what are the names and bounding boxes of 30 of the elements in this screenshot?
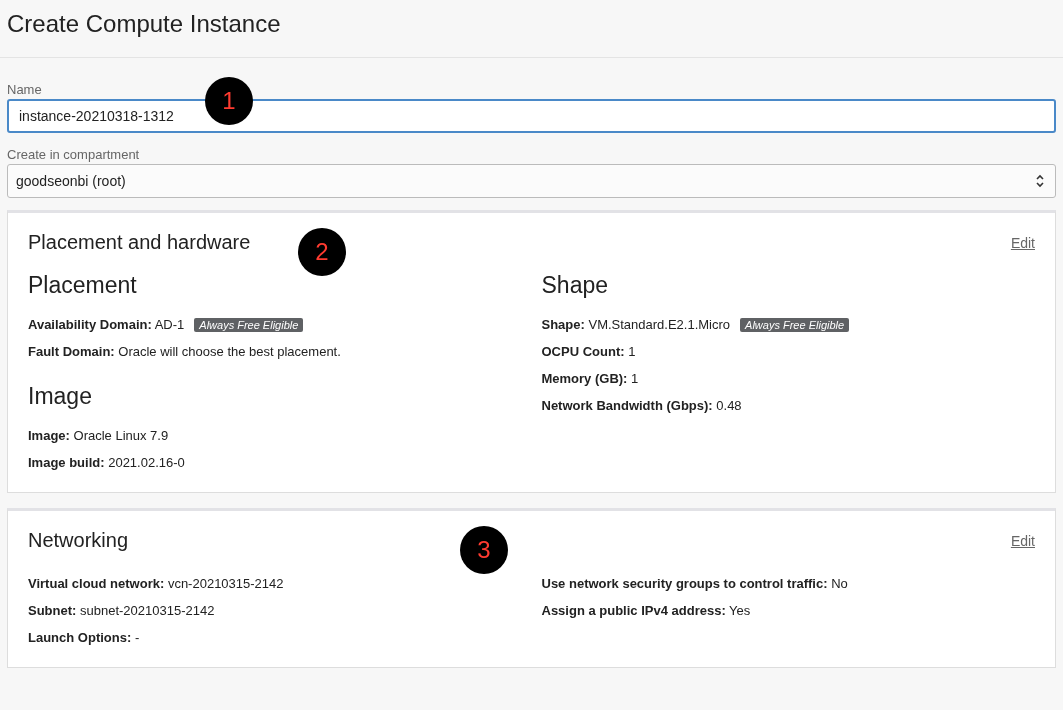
subsection-heading: Placement	[28, 272, 138, 299]
subsection-heading: Shape	[541, 272, 609, 299]
step-number-marker: 1	[205, 77, 253, 125]
detail-text: Virtual cloud network: vcn-20210315-2142	[28, 576, 284, 591]
detail-text: Assign a public IPv4 address: Yes	[541, 603, 751, 618]
detail-text: Memory (GB): 1	[541, 371, 639, 386]
edit-link[interactable]: Edit	[1010, 532, 1035, 549]
step-number-marker: 2	[298, 228, 346, 276]
page-title: Create Compute Instance	[7, 9, 281, 38]
subsection-heading: Image	[28, 383, 93, 410]
detail-text: Image: Oracle Linux 7.9	[28, 428, 169, 443]
step-number-marker: 3	[460, 526, 508, 574]
detail-text: OCPU Count: 1	[541, 344, 636, 359]
detail-text: Network Bandwidth (Gbps): 0.48	[541, 398, 742, 413]
detail-text: Subnet: subnet-20210315-2142	[28, 603, 215, 618]
compartment-select[interactable]: goodseonbi (root)	[7, 164, 1056, 198]
detail-text: Fault Domain: Oracle will choose the best placement.	[28, 344, 341, 359]
detail-text: Launch Options: -	[28, 630, 140, 645]
edit-link[interactable]: Edit	[1010, 234, 1035, 251]
free-eligible-badge: Always Free Eligible	[194, 317, 304, 332]
detail-text: Image build: 2021.02.16-0	[28, 455, 185, 470]
chevron-updown-icon	[1035, 174, 1045, 188]
field-label: Name	[7, 82, 42, 97]
section-title: Placement and hardware	[28, 231, 251, 254]
detail-text: Use network security groups to control traffic: No	[541, 576, 848, 591]
field-label: Create in compartment	[7, 147, 140, 162]
free-eligible-badge: Always Free Eligible	[740, 317, 850, 332]
detail-text: Shape: VM.Standard.E2.1.Micro	[541, 317, 731, 332]
section-title: Networking	[28, 529, 129, 552]
detail-text: Availability Domain: AD-1	[28, 317, 185, 332]
